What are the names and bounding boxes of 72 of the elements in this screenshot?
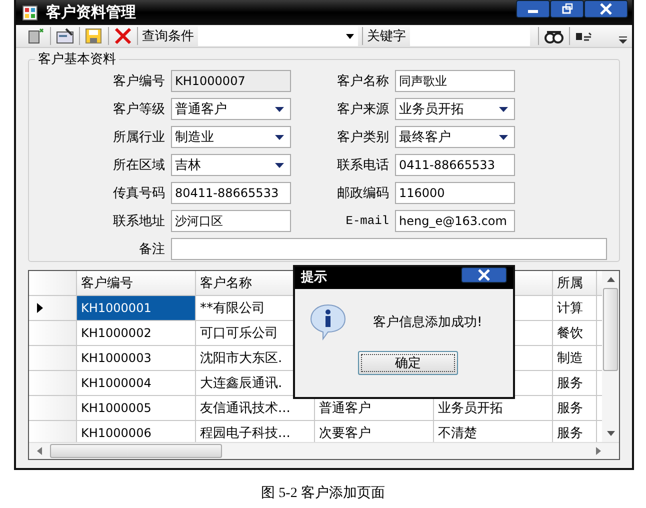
- table-cell[interactable]: KH1000001: [77, 296, 196, 320]
- window-title: 客户资料管理: [46, 3, 136, 22]
- input-field[interactable]: heng_e@163.com: [395, 210, 515, 232]
- dropdown-field[interactable]: 吉林: [171, 154, 291, 176]
- group-title: 客户基本资料: [37, 51, 117, 68]
- dropdown-field[interactable]: 制造业: [171, 126, 291, 148]
- horizontal-scrollbar[interactable]: [29, 442, 619, 459]
- field-label: 客户等级: [112, 101, 165, 118]
- input-field[interactable]: 0411-88665533: [395, 154, 515, 176]
- field-label: 联系电话: [336, 157, 389, 174]
- dropdown-arrow-icon: [499, 134, 508, 140]
- field-label: 联系地址: [112, 213, 165, 230]
- vertical-scrollbar[interactable]: [602, 271, 619, 442]
- close-icon[interactable]: [461, 267, 507, 283]
- field-label: 传真号码: [112, 185, 165, 202]
- table-cell-text: 普通客户: [319, 400, 371, 417]
- table-cell-text: 不清楚: [438, 425, 477, 442]
- scroll-right-icon[interactable]: [596, 447, 601, 455]
- column-header[interactable]: 客户编号: [77, 271, 196, 295]
- field-label: 备注: [138, 241, 165, 258]
- readonly-field: KH1000007: [171, 70, 291, 92]
- column-header[interactable]: 所属: [553, 271, 597, 295]
- table-cell-text: 次要客户: [319, 425, 371, 442]
- table-cell[interactable]: KH1000002: [77, 321, 196, 345]
- field-label: 客户编号: [112, 73, 165, 90]
- table-cell[interactable]: KH1000004: [77, 371, 196, 395]
- ok-button[interactable]: 确定: [358, 351, 458, 375]
- table-cell: 制造: [553, 346, 597, 370]
- dropdown-arrow-icon: [346, 34, 354, 39]
- scroll-down-icon[interactable]: [606, 431, 614, 436]
- dropdown-arrow-icon: [499, 106, 508, 112]
- dropdown-field[interactable]: 最终客户: [395, 126, 515, 148]
- restore-icon[interactable]: [550, 0, 584, 18]
- info-icon: [309, 303, 347, 341]
- field-label: 邮政编码: [336, 185, 389, 202]
- dialog-message: 客户信息添加成功!: [373, 314, 482, 331]
- table-cell: 计算: [553, 296, 597, 320]
- dropdown-field[interactable]: 业务员开拓: [395, 98, 515, 120]
- table-cell[interactable]: KH1000003: [77, 346, 196, 370]
- table-cell: 服务: [553, 371, 597, 395]
- input-field[interactable]: 80411-88665533: [171, 182, 291, 204]
- field-label: 所属行业: [112, 129, 165, 146]
- edit-form-icon[interactable]: [55, 27, 75, 46]
- table-cell: 服务: [553, 396, 597, 420]
- field-label: 客户类别: [336, 129, 389, 146]
- dropdown-field[interactable]: 普通客户: [171, 98, 291, 120]
- table-cell-text: 业务员开拓: [438, 400, 503, 417]
- query-label: 查询条件: [142, 28, 194, 46]
- field-label: E-mail: [344, 214, 389, 228]
- field-label: 所在区域: [112, 157, 165, 174]
- dropdown-arrow-icon: [275, 106, 284, 112]
- field-label: 客户名称: [336, 73, 389, 90]
- table-cell[interactable]: KH1000005: [77, 396, 196, 420]
- figure-caption: 图 5-2 客户添加页面: [260, 484, 386, 502]
- memo-field[interactable]: [171, 238, 607, 260]
- app-icon: [22, 4, 38, 21]
- minimize-icon[interactable]: [516, 0, 550, 18]
- input-field[interactable]: 同声歌业: [395, 70, 515, 92]
- close-icon[interactable]: [584, 0, 628, 18]
- keyword-label: 关键字: [367, 28, 406, 46]
- field-label: 客户来源: [336, 101, 389, 118]
- delete-icon[interactable]: [113, 27, 133, 46]
- dropdown-arrow-icon: [275, 134, 284, 140]
- keyword-field[interactable]: [410, 26, 530, 46]
- input-field[interactable]: 116000: [395, 182, 515, 204]
- new-record-icon[interactable]: [26, 27, 46, 46]
- scroll-up-icon[interactable]: [606, 277, 614, 282]
- table-cell: 餐饮: [553, 321, 597, 345]
- scroll-left-icon[interactable]: [37, 447, 42, 455]
- dropdown-arrow-icon: [275, 162, 284, 168]
- save-icon[interactable]: [84, 27, 104, 46]
- input-field[interactable]: 沙河口区: [171, 210, 291, 232]
